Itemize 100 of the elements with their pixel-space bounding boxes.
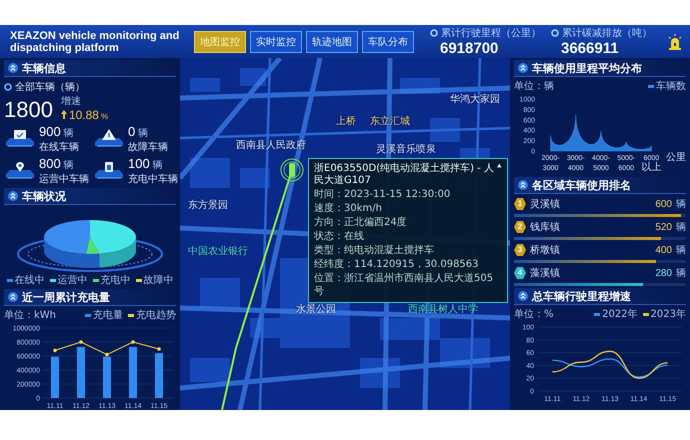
legend-label: 2022年	[602, 308, 638, 321]
vehicle-count: 100	[128, 156, 150, 171]
location-pin-icon	[4, 161, 36, 181]
rank-badge: 4	[514, 267, 526, 279]
chevron-icon	[518, 63, 528, 73]
map-label: 水景公园	[296, 302, 336, 316]
legend-label: 充电量	[93, 308, 123, 322]
unit-label: 辆	[676, 221, 686, 234]
bar	[51, 356, 59, 398]
data-point	[105, 352, 109, 356]
region-value: 280	[655, 268, 672, 278]
rank-badge: 2	[514, 221, 526, 233]
stat-label: 累计行驶里程（公里）	[441, 26, 541, 40]
map-label: 上桥	[336, 114, 356, 128]
rank-badge: 1	[514, 198, 526, 210]
battery-icon	[93, 161, 125, 181]
unit-label: 辆	[64, 159, 74, 172]
popup-row-text: 类型：纯电动混凝土搅拌车	[314, 244, 435, 257]
alarm-light-icon[interactable]	[668, 34, 682, 50]
stat-value: 6918700	[439, 40, 500, 57]
popup-row-text: 方向：正北偏西24度	[314, 216, 408, 229]
data-point	[79, 340, 83, 344]
region-name: 钱库镇	[530, 220, 560, 234]
bar	[77, 346, 85, 398]
warning-icon	[93, 129, 125, 149]
chevron-icon	[518, 291, 528, 301]
map-label: 中国农业银行	[188, 244, 248, 258]
chevron-icon	[518, 180, 528, 190]
monitor-icon	[4, 129, 36, 149]
unit-label: 辆	[676, 267, 686, 280]
platform-title: XEAZON vehicle monitoring and dispatching platform	[10, 30, 180, 54]
data-point	[131, 340, 135, 344]
ring-icon	[430, 29, 438, 37]
rank-badge: 3	[514, 244, 526, 256]
caret-icon[interactable]	[497, 163, 502, 168]
growth-label: 增速	[60, 94, 82, 108]
vehicle-marker-icon[interactable]	[280, 158, 304, 182]
axis-title: 公里	[666, 152, 686, 163]
popup-row-text: 时间：2023-11-15 12:30:00	[314, 188, 452, 201]
nav-tab[interactable]: 轨迹地图	[306, 30, 358, 52]
stat-value: 3666911	[560, 40, 620, 57]
growth-unit: %	[100, 112, 108, 121]
map-label: 东立汇城	[370, 114, 410, 128]
region-name: 灵溪镇	[530, 198, 560, 211]
unit-label: 辆	[152, 159, 163, 172]
unit-label: 辆	[138, 127, 148, 140]
vehicle-category: 充电中车辆	[128, 172, 178, 186]
legend-label: 充电趋势	[136, 308, 176, 322]
bar	[155, 353, 163, 398]
map-label: 华鸿大家园	[450, 92, 500, 106]
vehicle-count: 800	[39, 156, 61, 171]
chevron-icon	[8, 63, 18, 73]
total-label: 全部车辆（辆）	[15, 80, 85, 94]
region-value: 520	[655, 222, 672, 232]
chevron-icon	[8, 191, 18, 201]
unit-label: 辆	[676, 198, 686, 211]
section-title: 近一周累计充电量	[22, 290, 110, 304]
map-view[interactable]: 华鸿大家园 上桥 东立汇城 西南县人民政府 灵溪音乐喷泉 浙E063550D(纯电动混凝土搅拌车) - 人民大道G107 时间：2023-11-15 12:30:00 速度：30km/h 方向：正北偏西24度 状态：在线 类型：纯电动混凝土搅拌车 经纬度：114.120915，30.098563 位置：浙江省温州市西南县人民大道505号 东方景园 中国农业银行 水景公园 西南县树人中学	[180, 58, 510, 410]
legend-label: 车辆数	[656, 80, 686, 93]
section-title: 车辆使用里程平均分布	[532, 60, 642, 76]
legend-label: 2023年	[650, 308, 686, 321]
popup-title: 浙E063550D(纯电动混凝土搅拌车) - 人民大道G107	[314, 163, 494, 187]
unit-label: 单位：kWh	[4, 308, 56, 322]
ring-icon	[4, 83, 12, 91]
data-point	[157, 347, 161, 351]
unit-label: 辆	[676, 244, 686, 257]
region-name: 桥墩镇	[530, 244, 560, 257]
vehicle-count: 900	[39, 124, 61, 139]
map-label: 灵溪音乐喷泉	[376, 142, 436, 156]
vehicle-category: 在线车辆	[39, 140, 79, 154]
vehicle-category: 运营中车辆	[39, 172, 89, 186]
legend-label: 故障中	[144, 274, 174, 287]
nav-tab[interactable]: 实时监控	[250, 30, 302, 52]
legend-label: 在线中	[14, 274, 44, 287]
section-title: 各区域车辆使用排名	[532, 178, 631, 192]
chevron-icon	[8, 292, 18, 302]
section-title: 车辆状况	[22, 188, 66, 204]
section-title: 总车辆行驶里程增速	[532, 288, 631, 304]
map-label: 西南县人民政府	[236, 138, 306, 152]
bar	[103, 356, 111, 398]
map-label: 西南县树人中学	[408, 302, 478, 316]
vehicle-category: 故障车辆	[128, 140, 168, 154]
map-label: 东方景园	[188, 198, 228, 212]
nav-tab[interactable]: 车队分布	[362, 30, 414, 52]
legend-label: 运营中	[58, 274, 88, 287]
region-value: 400	[655, 244, 672, 256]
ring-icon	[551, 29, 559, 37]
legend-label: 充电中	[100, 274, 130, 287]
popup-row-text: 经纬度：114.120915，30.098563	[314, 258, 480, 271]
region-value: 600	[655, 198, 672, 210]
unit-label: 单位：%	[514, 308, 554, 321]
growth-value: 10.88	[68, 108, 99, 122]
up-arrow-icon	[60, 110, 67, 119]
data-point	[53, 348, 57, 352]
popup-row-text: 位置：浙江省温州市西南县人民大道505号	[314, 272, 494, 298]
popup-row-text: 速度：30km/h	[314, 202, 383, 215]
unit-label: 单位：辆	[514, 80, 554, 93]
region-name: 藻溪镇	[530, 266, 560, 280]
popup-row-text: 状态：在线	[314, 230, 365, 243]
unit-label: 辆	[64, 127, 74, 140]
